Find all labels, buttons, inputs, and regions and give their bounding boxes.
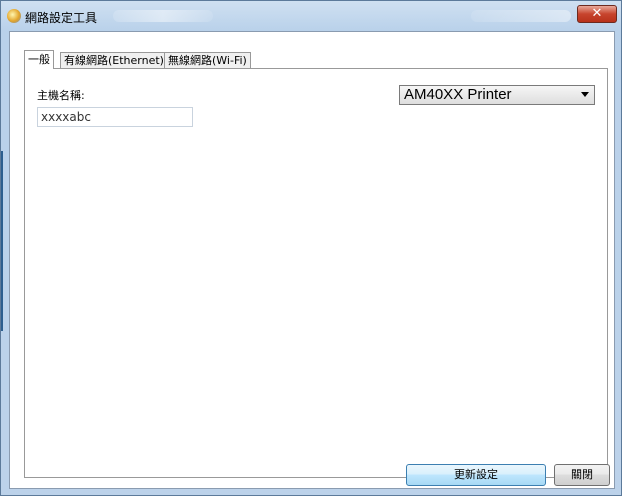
chevron-down-icon [581, 92, 589, 97]
title-bar-glare [113, 10, 213, 22]
tab-panel-general: 主機名稱: xxxxabc AM40XX Printer [24, 68, 608, 478]
window-title: 網路設定工具 [25, 11, 98, 25]
host-name-label: 主機名稱: [37, 89, 85, 102]
title-bar[interactable]: 網路設定工具 ✕ [1, 1, 621, 31]
close-button[interactable]: 關閉 [554, 464, 610, 486]
printer-model-select[interactable]: AM40XX Printer [399, 85, 595, 105]
update-settings-button[interactable]: 更新設定 [406, 464, 546, 486]
tab-general[interactable]: 一般 [24, 50, 54, 69]
app-window: 網路設定工具 ✕ 一般 有線網路(Ethernet) 無線網路(Wi-Fi) 主… [0, 0, 622, 496]
printer-model-value: AM40XX Printer [404, 86, 512, 103]
client-area: 一般 有線網路(Ethernet) 無線網路(Wi-Fi) 主機名稱: xxxx… [9, 31, 615, 489]
host-name-input[interactable]: xxxxabc [37, 107, 193, 127]
window-edge-accent [1, 151, 3, 331]
title-bar-glare-right [471, 10, 571, 22]
tab-ethernet[interactable]: 有線網路(Ethernet) [60, 52, 168, 68]
close-window-button[interactable]: ✕ [577, 5, 617, 23]
tab-wifi[interactable]: 無線網路(Wi-Fi) [164, 52, 251, 68]
close-icon: ✕ [591, 6, 603, 21]
app-icon [7, 9, 21, 23]
